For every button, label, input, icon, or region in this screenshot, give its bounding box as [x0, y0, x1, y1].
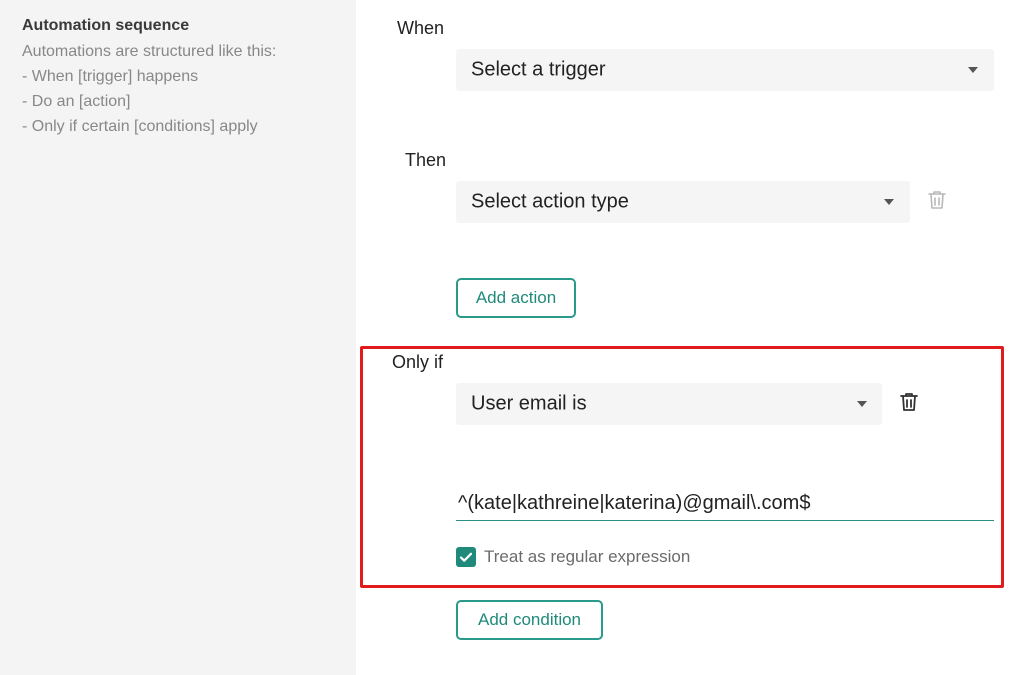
sidebar-step-trigger: - When [trigger] happens: [22, 68, 199, 85]
sidebar-step-conditions: - Only if certain [conditions] apply: [22, 118, 258, 135]
chevron-down-icon: [968, 67, 978, 73]
add-action-button[interactable]: Add action: [456, 278, 576, 318]
add-condition-button[interactable]: Add condition: [456, 600, 603, 640]
action-type-select[interactable]: Select action type: [456, 181, 910, 223]
chevron-down-icon: [884, 199, 894, 205]
highlight-annotation: [360, 346, 1004, 588]
sidebar-title: Automation sequence: [22, 17, 190, 34]
when-label: When: [397, 18, 445, 38]
action-type-select-value: Select action type: [471, 190, 629, 213]
sidebar-description: Automations are structured like this:: [22, 43, 277, 60]
sidebar: Automation sequence Automations are stru…: [0, 0, 356, 675]
trigger-select-value: Select a trigger: [471, 58, 606, 81]
sidebar-step-action: - Do an [action]: [22, 93, 131, 110]
then-label: Then: [405, 150, 447, 170]
trigger-select[interactable]: Select a trigger: [456, 49, 994, 91]
trash-icon[interactable]: [925, 188, 949, 212]
